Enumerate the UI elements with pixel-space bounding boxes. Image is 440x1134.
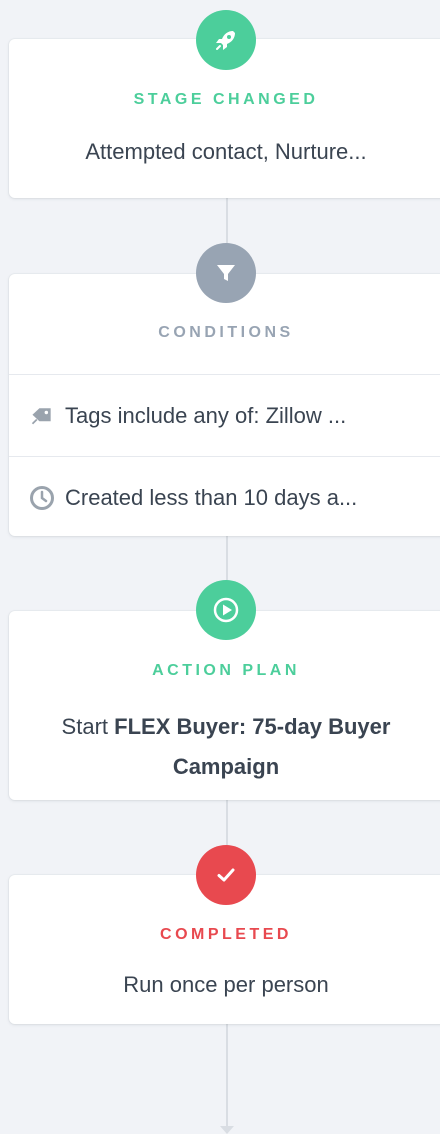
filter-icon bbox=[196, 243, 256, 303]
rocket-icon bbox=[196, 10, 256, 70]
step-card-conditions[interactable]: CONDITIONS Tags include any of: Zillow .… bbox=[9, 274, 440, 536]
condition-text: Tags include any of: Zillow ... bbox=[65, 403, 347, 428]
step-description: Attempted contact, Nurture... bbox=[85, 139, 367, 164]
action-plan-description: Start FLEX Buyer: 75-day Buyer Campaign bbox=[9, 707, 440, 787]
step-description: Run once per person bbox=[123, 972, 329, 997]
check-icon bbox=[196, 845, 256, 905]
step-title: CONDITIONS bbox=[158, 324, 294, 341]
action-plan-link[interactable]: FLEX Buyer: 75-day Buyer bbox=[114, 714, 390, 739]
connector-line bbox=[226, 1024, 228, 1130]
action-prefix: Start bbox=[61, 714, 109, 739]
step-title: ACTION PLAN bbox=[152, 662, 300, 679]
action-plan-link[interactable]: Campaign bbox=[173, 754, 279, 779]
step-title: COMPLETED bbox=[160, 926, 292, 943]
flow-arrow-icon bbox=[220, 1126, 234, 1134]
condition-text: Created less than 10 days a... bbox=[65, 485, 358, 510]
step-title: STAGE CHANGED bbox=[133, 91, 319, 108]
play-icon bbox=[196, 580, 256, 640]
condition-row[interactable]: Tags include any of: Zillow ... bbox=[9, 374, 440, 457]
condition-row[interactable]: Created less than 10 days a... bbox=[9, 456, 440, 539]
clock-icon bbox=[29, 485, 55, 511]
tag-icon bbox=[29, 403, 55, 429]
